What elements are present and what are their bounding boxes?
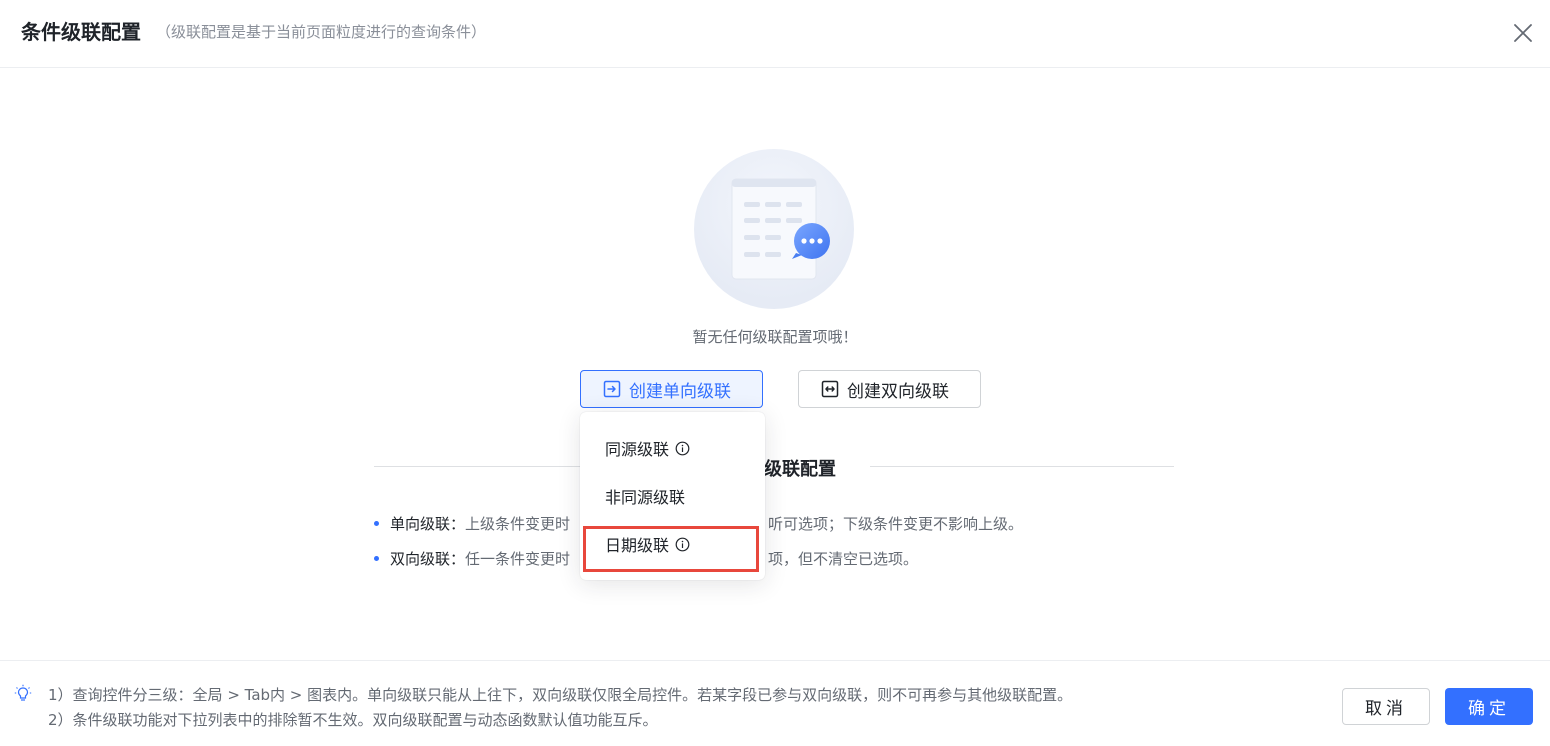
dialog-subtitle: （级联配置是基于当前页面粒度进行的查询条件）	[156, 23, 487, 41]
confirm-button[interactable]: 确定	[1445, 688, 1533, 725]
dialog-title: 条件级联配置	[21, 20, 141, 44]
desc-one-way-label: 单向级联：	[390, 515, 466, 533]
info-icon[interactable]	[675, 441, 690, 456]
close-icon[interactable]	[1510, 20, 1536, 46]
create-one-way-cascade-button[interactable]: 创建单向级联	[580, 370, 763, 408]
create-two-way-cascade-label: 创建双向级联	[847, 381, 949, 402]
section-divider-right	[870, 466, 1174, 467]
desc-one-way-text-start: 上级条件变更时	[465, 515, 571, 533]
double-arrow-box-icon	[821, 380, 839, 398]
section-divider-left	[374, 466, 584, 467]
bullet-dot	[374, 556, 379, 561]
menu-item-label: 非同源级联	[605, 488, 686, 507]
menu-item-cross-source-cascade[interactable]: 非同源级联	[580, 474, 765, 518]
desc-two-way: 双向级联： 任一条件变更时	[374, 548, 576, 569]
bullet-dot	[374, 521, 379, 526]
footer-tip-2: 2）条件级联功能对下拉列表中的排除暂不生效。双向级联配置与动态函数默认值功能互斥…	[48, 711, 658, 729]
desc-two-way-label: 双向级联：	[390, 550, 466, 568]
cancel-button[interactable]: 取消	[1342, 688, 1430, 725]
desc-two-way-text-end: 项，但不清空已选项。	[768, 550, 919, 568]
desc-two-way-text-start: 任一条件变更时	[465, 550, 571, 568]
create-one-way-cascade-label: 创建单向级联	[629, 381, 731, 402]
desc-two-way-rest: 项，但不清空已选项。	[768, 548, 918, 569]
highlight-box	[583, 526, 759, 572]
empty-chat-list-illustration	[694, 149, 854, 309]
desc-one-way-rest: 听可选项；下级条件变更不影响上级。	[768, 513, 1023, 534]
create-two-way-cascade-button[interactable]: 创建双向级联	[798, 370, 981, 408]
desc-one-way-text-end: 听可选项；下级条件变更不影响上级。	[768, 515, 1024, 533]
menu-item-label: 同源级联	[605, 440, 670, 459]
footer-tip-1: 1）查询控件分三级：全局 > Tab内 > 图表内。单向级联只能从上往下，双向级…	[48, 686, 1073, 704]
empty-state-text: 暂无任何级联配置项哦！	[692, 328, 858, 346]
arrow-into-box-icon	[603, 380, 621, 398]
menu-item-same-source-cascade[interactable]: 同源级联	[580, 426, 765, 470]
lightbulb-icon	[14, 684, 32, 701]
dialog-header: 条件级联配置 （级联配置是基于当前页面粒度进行的查询条件）	[0, 0, 1550, 68]
desc-one-way: 单向级联： 上级条件变更时	[374, 513, 576, 534]
